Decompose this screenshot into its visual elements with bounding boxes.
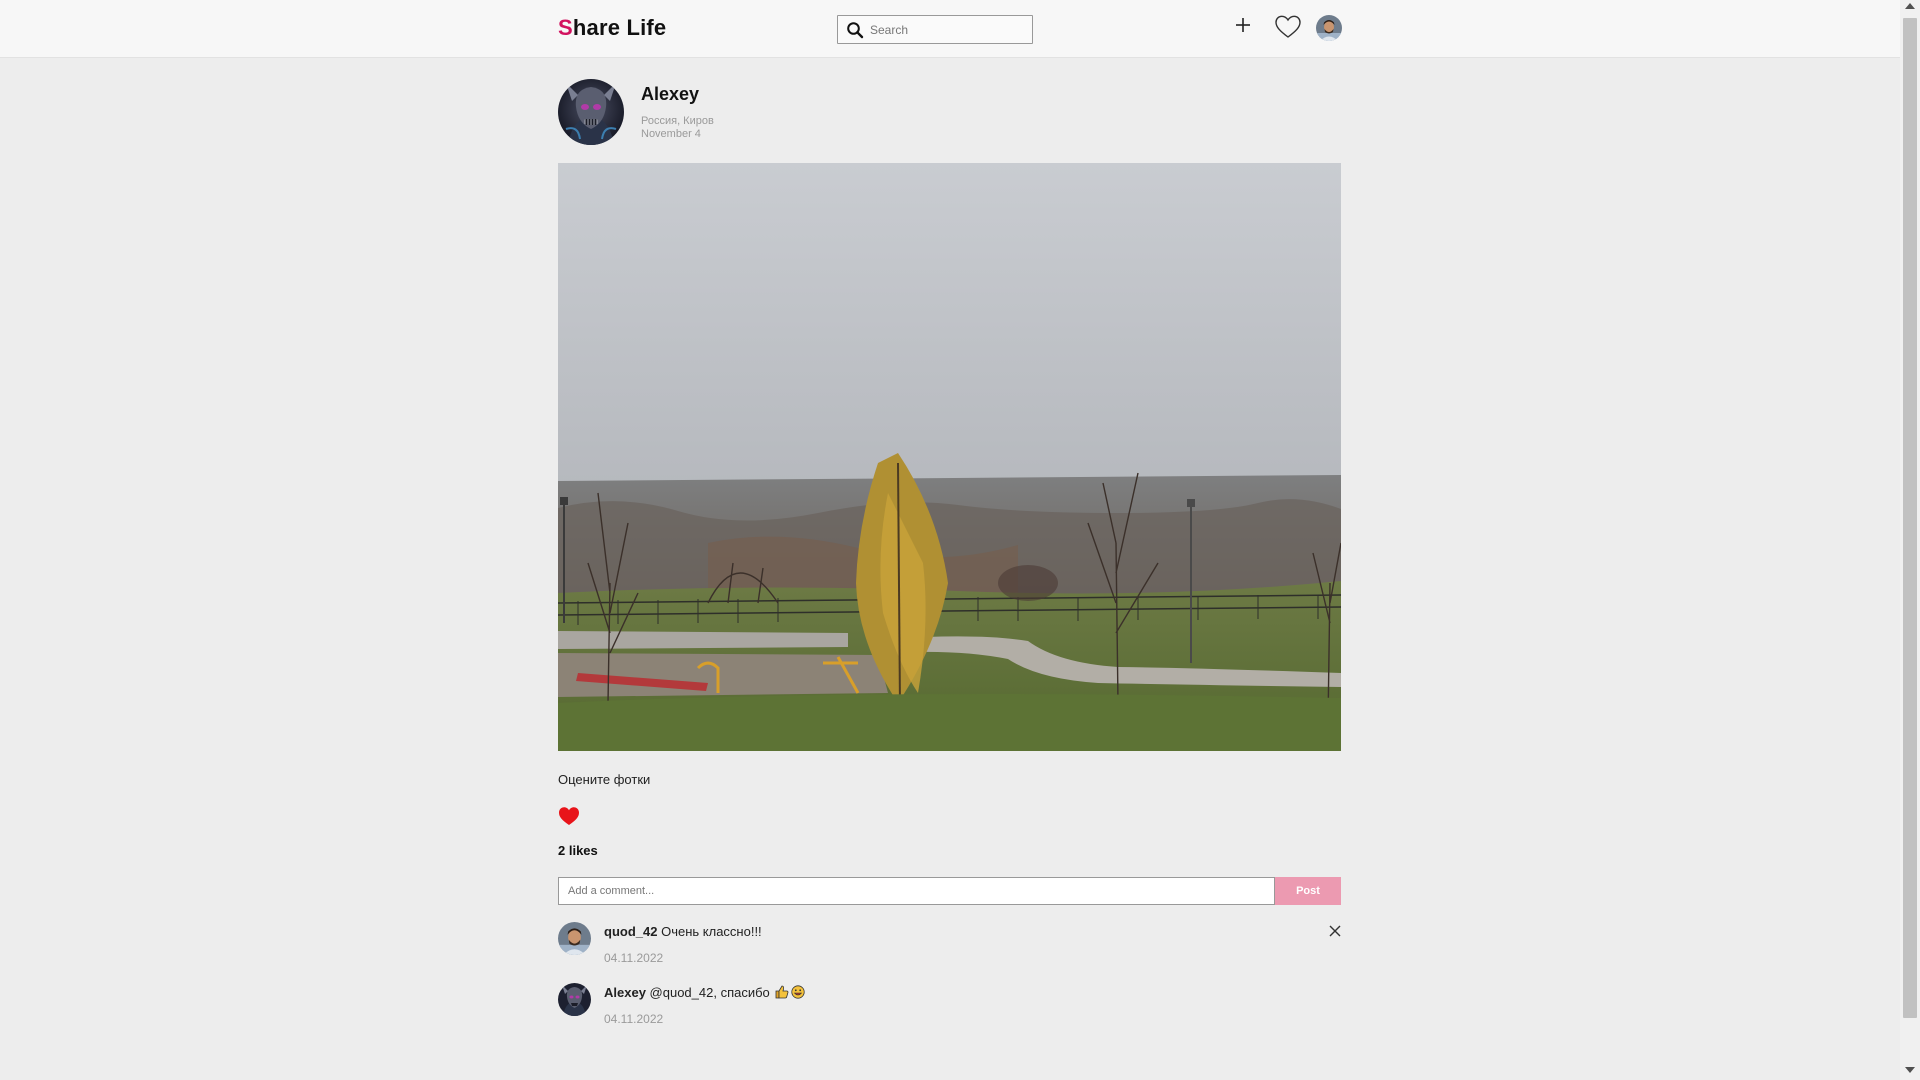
comment-text-line: Alexey @quod_42, спасибо [604,985,806,1000]
post-photo[interactable] [558,163,1341,751]
commenter-avatar-image [558,922,591,955]
author-name[interactable]: Alexey [641,84,699,105]
scroll-up-arrow-icon[interactable] [1905,3,1915,9]
comment-date: 04.11.2022 [604,951,664,965]
likes-count: 2 likes [558,843,598,858]
search-input[interactable] [870,19,1028,40]
close-icon[interactable] [1329,925,1341,937]
post-location: Россия, Киров [641,115,714,127]
comment-text: Очень классно!!! [661,924,762,939]
page-scrollbar[interactable] [1900,0,1920,1080]
user-avatar-image [1316,15,1342,41]
search-icon [847,22,864,39]
comment-username[interactable]: quod_42 [604,924,657,939]
commenter-avatar[interactable] [558,922,591,955]
comment-date: 04.11.2022 [604,1012,664,1026]
heart-filled-icon[interactable] [558,806,580,826]
thumbs-up-emoji [776,985,789,999]
commenter-avatar-image [558,983,591,1016]
post-caption: Оцените фотки [558,772,651,787]
heart-outline-icon[interactable] [1274,14,1302,40]
profile-avatar[interactable] [1316,15,1342,41]
landscape-photo-image [558,163,1341,751]
smile-emoji [791,985,806,999]
author-avatar-image [558,79,624,145]
comment-username[interactable]: Alexey [604,985,646,1000]
plus-icon[interactable] [1234,16,1252,34]
commenter-avatar[interactable] [558,983,591,1016]
comment-text: @quod_42, спасибо [649,985,770,1000]
post-date: November 4 [641,128,701,140]
logo-text: hare Life [572,15,667,40]
comment-item: Alexey @quod_42, спасибо 04.11.2022 [558,983,1341,1033]
author-avatar[interactable] [558,79,624,145]
scroll-thumb[interactable] [1903,18,1917,1018]
logo-accent-letter: S [558,15,573,40]
scroll-down-arrow-icon[interactable] [1905,1067,1915,1073]
comment-item: quod_42 Очень классно!!! 04.11.2022 [558,922,1341,972]
post-comment-button[interactable]: Post [1275,877,1341,905]
app-logo[interactable]: Share Life [558,15,666,41]
search-box[interactable] [837,15,1033,44]
comment-text-line: quod_42 Очень классно!!! [604,924,762,939]
add-comment-input[interactable] [558,877,1275,905]
top-navbar: Share Life [0,0,1900,58]
